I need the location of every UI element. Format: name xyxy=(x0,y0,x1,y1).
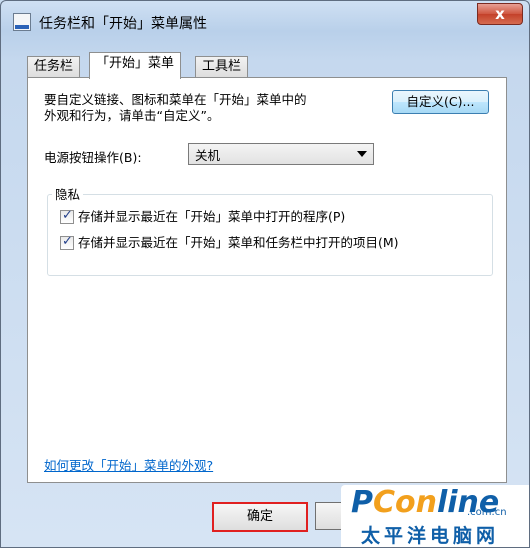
tab-taskbar[interactable]: 任务栏 xyxy=(27,56,81,77)
recent-programs-checkbox[interactable]: ✓ xyxy=(60,208,74,224)
recent-items-label[interactable]: 存储并显示最近在「开始」菜单和任务栏中打开的项目(M) xyxy=(78,235,399,251)
power-select-value: 关机 xyxy=(195,148,221,163)
intro-line-2: 外观和行为，请单击“自定义”。 xyxy=(44,108,220,123)
recent-programs-label[interactable]: 存储并显示最近在「开始」菜单中打开的程序(P) xyxy=(78,209,345,225)
close-button[interactable]: x xyxy=(477,3,523,25)
tab-start-menu[interactable]: 「开始」菜单 xyxy=(89,52,182,79)
watermark-chinese: 太平洋电脑网 xyxy=(361,525,500,547)
customize-button[interactable]: 自定义(C)... xyxy=(392,90,489,114)
tab-toolbars[interactable]: 工具栏 xyxy=(195,56,249,77)
intro-text: 要自定义链接、图标和菜单在「开始」菜单中的 外观和行为，请单击“自定义”。 xyxy=(44,92,307,124)
chevron-down-icon[interactable] xyxy=(357,151,367,157)
power-button-label: 电源按钮操作(B): xyxy=(44,150,142,165)
intro-line-1: 要自定义链接、图标和菜单在「开始」菜单中的 xyxy=(44,92,307,107)
power-button-select[interactable]: 关机 xyxy=(188,143,374,165)
watermark-domain: .com.cn xyxy=(467,507,507,518)
properties-window: 任务栏和「开始」菜单属性 x 任务栏 「开始」菜单 工具栏 要自定义链接、图标和… xyxy=(0,0,530,548)
checkmark-icon: ✓ xyxy=(62,208,73,223)
pconline-watermark: PConline .com.cn 太平洋电脑网 xyxy=(341,485,529,547)
taskbar-properties-icon xyxy=(13,13,31,31)
start-menu-panel: 要自定义链接、图标和菜单在「开始」菜单中的 外观和行为，请单击“自定义”。 自定… xyxy=(27,77,507,483)
title-bar[interactable]: 任务栏和「开始」菜单属性 x xyxy=(1,1,529,41)
help-link[interactable]: 如何更改「开始」菜单的外观? xyxy=(44,455,213,474)
privacy-group-title: 隐私 xyxy=(52,184,84,203)
recent-items-checkbox[interactable]: ✓ xyxy=(60,234,74,250)
window-title: 任务栏和「开始」菜单属性 xyxy=(39,16,207,32)
ok-button[interactable]: 确定 xyxy=(212,502,308,532)
checkmark-icon: ✓ xyxy=(62,234,73,249)
